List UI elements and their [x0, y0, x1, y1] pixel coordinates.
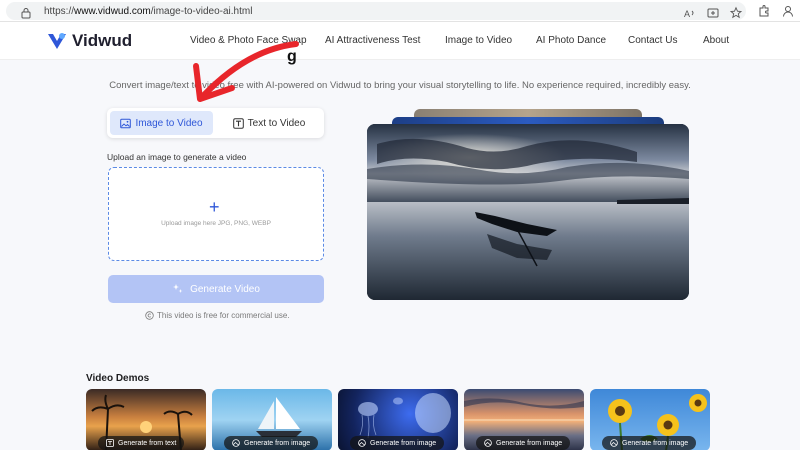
text-icon [232, 117, 244, 129]
demo-card-1[interactable]: Generate from text [86, 389, 206, 450]
demo-caption-3: Generate from image [350, 436, 445, 450]
nav-photo-dance[interactable]: AI Photo Dance [536, 35, 606, 46]
demo-caption-4: Generate from image [476, 436, 571, 450]
intro-text: Convert image/text to video free with AI… [109, 80, 691, 91]
demo-caption-2: Generate from image [224, 436, 319, 450]
svg-text:A: A [684, 9, 690, 19]
extension-icon[interactable] [757, 4, 771, 18]
url-host: www.vidwud.com [74, 6, 151, 17]
image-icon [484, 439, 492, 447]
demo-card-4[interactable]: Generate from image [464, 389, 584, 450]
image-icon [120, 118, 132, 128]
video-demos-heading: Video Demos [86, 373, 150, 384]
url-prefix: https:// [44, 6, 75, 17]
profile-icon[interactable] [781, 4, 795, 18]
commercial-use-text: This video is free for commercial use. [157, 311, 290, 320]
image-icon [232, 439, 240, 447]
tab-image-to-video[interactable]: Image to Video [110, 111, 213, 135]
url-path: /image-to-video-ai.html [150, 6, 253, 17]
favorite-star-icon[interactable] [729, 6, 743, 20]
demo-card-3[interactable]: Generate from image [338, 389, 458, 450]
demo-caption-2-text: Generate from image [244, 439, 311, 447]
demo-caption-1-text: Generate from text [118, 439, 177, 447]
mode-tabs: Image to Video Text to Video [107, 108, 324, 138]
nav-image-to-video[interactable]: Image to Video [445, 35, 512, 46]
lock-icon [21, 8, 31, 19]
site-header: Vidwud Video & Photo Face Swap AI Attrac… [0, 22, 800, 60]
app-available-icon[interactable] [706, 6, 720, 20]
nav-attractiveness-test[interactable]: AI Attractiveness Test [325, 35, 420, 46]
tab-text-to-video[interactable]: Text to Video [219, 111, 319, 135]
copyright-icon [145, 311, 154, 320]
demo-caption-3-text: Generate from image [370, 439, 437, 447]
logo-text[interactable]: Vidwud [72, 31, 132, 51]
browser-address-bar: https://www.vidwud.com/image-to-video-ai… [0, 0, 800, 22]
nav-contact-us[interactable]: Contact Us [628, 35, 677, 46]
boat-lake-sunset-image [367, 124, 689, 300]
demo-card-2[interactable]: Generate from image [212, 389, 332, 450]
demo-caption-1: Generate from text [98, 436, 185, 450]
vidwud-logo-icon[interactable] [46, 30, 68, 52]
tab-image-to-video-label: Image to Video [135, 117, 203, 129]
sparkle-icon [173, 284, 183, 293]
url-field[interactable]: https://www.vidwud.com/image-to-video-ai… [6, 2, 746, 20]
demo-caption-5-text: Generate from image [622, 439, 689, 447]
url-text: https://www.vidwud.com/image-to-video-ai… [44, 6, 252, 17]
image-icon [358, 439, 366, 447]
commercial-use-note: This video is free for commercial use. [145, 311, 290, 320]
demo-caption-5: Generate from image [602, 436, 697, 450]
upload-hint: Upload image here JPG, PNG, WEBP [161, 220, 271, 227]
image-upload-dropzone[interactable]: + Upload image here JPG, PNG, WEBP [108, 167, 324, 261]
demo-card-5[interactable]: Generate from image [590, 389, 710, 450]
read-aloud-icon[interactable]: A [683, 6, 697, 20]
upload-label: Upload an image to generate a video [107, 152, 247, 162]
nav-face-swap[interactable]: Video & Photo Face Swap [190, 35, 307, 46]
nav-about[interactable]: About [703, 35, 729, 46]
demo-caption-4-text: Generate from image [496, 439, 563, 447]
generate-video-label: Generate Video [190, 283, 260, 295]
text-icon [106, 439, 114, 447]
generate-video-button[interactable]: Generate Video [108, 275, 324, 303]
preview-image [367, 124, 689, 300]
page-title-fragment: g [287, 48, 297, 65]
plus-icon: + [209, 197, 220, 217]
image-icon [610, 439, 618, 447]
tab-text-to-video-label: Text to Video [247, 117, 306, 129]
